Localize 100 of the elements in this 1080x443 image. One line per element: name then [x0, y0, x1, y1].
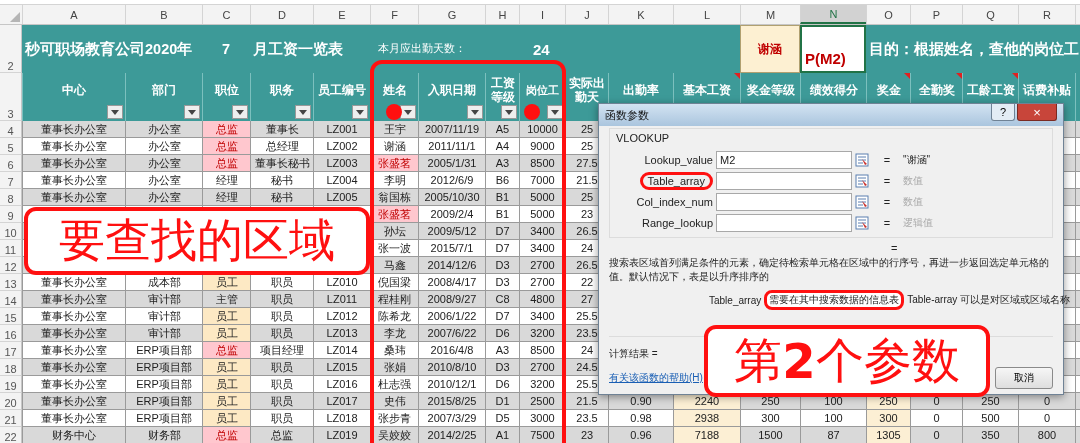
column-letter[interactable]: R [1018, 5, 1075, 24]
table-cell: 吴姣姣 [370, 427, 418, 443]
column-letter[interactable]: O [866, 5, 910, 24]
row-number[interactable]: 12 [0, 257, 22, 274]
parameter-description: Table-array 可以是对区域或区域名称 [907, 293, 1071, 307]
table-cell: 总监 [202, 138, 250, 155]
argument-label: Lookup_value [644, 154, 713, 166]
column-letter[interactable]: F [370, 5, 418, 24]
table-cell: 财务中心 [22, 427, 125, 443]
column-letter[interactable]: K [608, 5, 673, 24]
filter-button[interactable] [467, 105, 483, 119]
filter-button[interactable] [184, 105, 200, 119]
filter-button[interactable] [547, 105, 563, 119]
column-letter[interactable]: J [565, 5, 608, 24]
caret-icon [111, 109, 119, 115]
table-cell: 总监 [202, 427, 250, 443]
days-label: 本月应出勤天数： [377, 42, 467, 56]
caret-icon [299, 109, 307, 115]
argument-label: Range_lookup [642, 217, 713, 229]
row-number[interactable]: 18 [0, 359, 22, 376]
range-select-icon[interactable] [855, 195, 869, 209]
argument-label: Table_array [639, 172, 713, 190]
caret-icon [404, 109, 412, 115]
header-label: 出勤率 [622, 83, 660, 97]
table-cell: 员工 [202, 308, 250, 325]
row-number[interactable]: 14 [0, 291, 22, 308]
row-number[interactable]: 9 [0, 206, 22, 223]
header-label: 入职日期 [427, 83, 477, 97]
column-letter[interactable]: C [202, 5, 250, 24]
row-number[interactable]: 4 [0, 121, 22, 138]
input-field[interactable] [716, 172, 852, 190]
input-field[interactable] [716, 193, 852, 211]
header-label: 实际出勤天 [568, 76, 606, 104]
range-select-icon[interactable] [855, 216, 869, 230]
header-label: 全勤奖 [917, 83, 956, 97]
table-cell: 员工 [202, 376, 250, 393]
filter-button[interactable] [295, 105, 311, 119]
help-link[interactable]: 有关该函数的帮助(H) [609, 371, 703, 385]
cancel-button[interactable]: 取消 [995, 367, 1053, 389]
column-letter[interactable]: G [418, 5, 485, 24]
filter-button[interactable] [400, 105, 416, 119]
equals-sign: = [882, 154, 892, 166]
days-value: 24 [532, 40, 550, 58]
column-letter[interactable]: D [250, 5, 313, 24]
row-number[interactable]: 2 [0, 25, 22, 73]
table-cell: 1500 [740, 427, 800, 443]
range-select-icon[interactable] [855, 153, 869, 167]
row-number[interactable]: 22 [0, 427, 22, 443]
row-number[interactable]: 17 [0, 342, 22, 359]
callout-label: 要查找的区域 [24, 207, 370, 275]
row-number[interactable]: 6 [0, 155, 22, 172]
row-number[interactable]: 21 [0, 410, 22, 427]
function-description: 搜索表区域首列满足条件的元素，确定待检索单元格在区域中的行序号，再进一步返回选定单元格的值。默认情况下，表是以升序排序的 [609, 256, 1050, 284]
sheet-title: 秒可职场教育公司2020年 [24, 39, 194, 59]
filter-button[interactable] [501, 105, 517, 119]
row-number[interactable]: 8 [0, 189, 22, 206]
table-cell: 员工 [202, 410, 250, 427]
table-cell: 员工 [202, 325, 250, 342]
column-letter[interactable]: B [125, 5, 202, 24]
row-number[interactable]: 5 [0, 138, 22, 155]
argument-result: 数值 [903, 195, 924, 209]
row-number[interactable]: 15 [0, 308, 22, 325]
argument-result: "谢涵" [903, 153, 932, 167]
close-button[interactable]: × [1017, 104, 1057, 121]
row-number[interactable]: 3 [0, 73, 22, 121]
table-cell: 员工 [202, 393, 250, 410]
column-letter[interactable]: L [673, 5, 740, 24]
row-number[interactable]: 13 [0, 274, 22, 291]
table-cell: 350 [962, 427, 1018, 443]
table-cell: 总监 [202, 342, 250, 359]
column-letter[interactable]: I [519, 5, 565, 24]
filter-button[interactable] [107, 105, 123, 119]
help-button[interactable]: ? [991, 104, 1015, 121]
column-letter[interactable]: E [313, 5, 370, 24]
row-number[interactable]: 16 [0, 325, 22, 342]
row-number[interactable]: 19 [0, 376, 22, 393]
filter-button[interactable] [352, 105, 368, 119]
filter-button[interactable] [232, 105, 248, 119]
caret-icon [471, 109, 479, 115]
header-label: 岗位工 [526, 83, 559, 97]
column-letter[interactable]: N [800, 5, 866, 24]
row-number[interactable]: 11 [0, 240, 22, 257]
table-cell: 1305 [866, 427, 910, 443]
header-label: 工资等级 [489, 76, 516, 104]
column-letter[interactable]: P [910, 5, 962, 24]
input-field[interactable]: M2 [716, 151, 852, 169]
formula-cell[interactable]: P(M2) [800, 25, 866, 73]
column-letter[interactable]: A [22, 5, 125, 24]
row-number[interactable]: 20 [0, 393, 22, 410]
column-letter[interactable]: Q [962, 5, 1018, 24]
formula-result-sign: = [891, 242, 898, 254]
row-number[interactable]: 7 [0, 172, 22, 189]
range-select-icon[interactable] [855, 174, 869, 188]
caret-icon [551, 109, 559, 115]
input-field[interactable] [716, 214, 852, 232]
table-cell: 300 [866, 410, 910, 427]
callout-label: 第2个参数 [704, 325, 990, 397]
header-label: 职位 [213, 83, 240, 97]
row-number[interactable]: 10 [0, 223, 22, 240]
column-letter[interactable]: H [485, 5, 519, 24]
